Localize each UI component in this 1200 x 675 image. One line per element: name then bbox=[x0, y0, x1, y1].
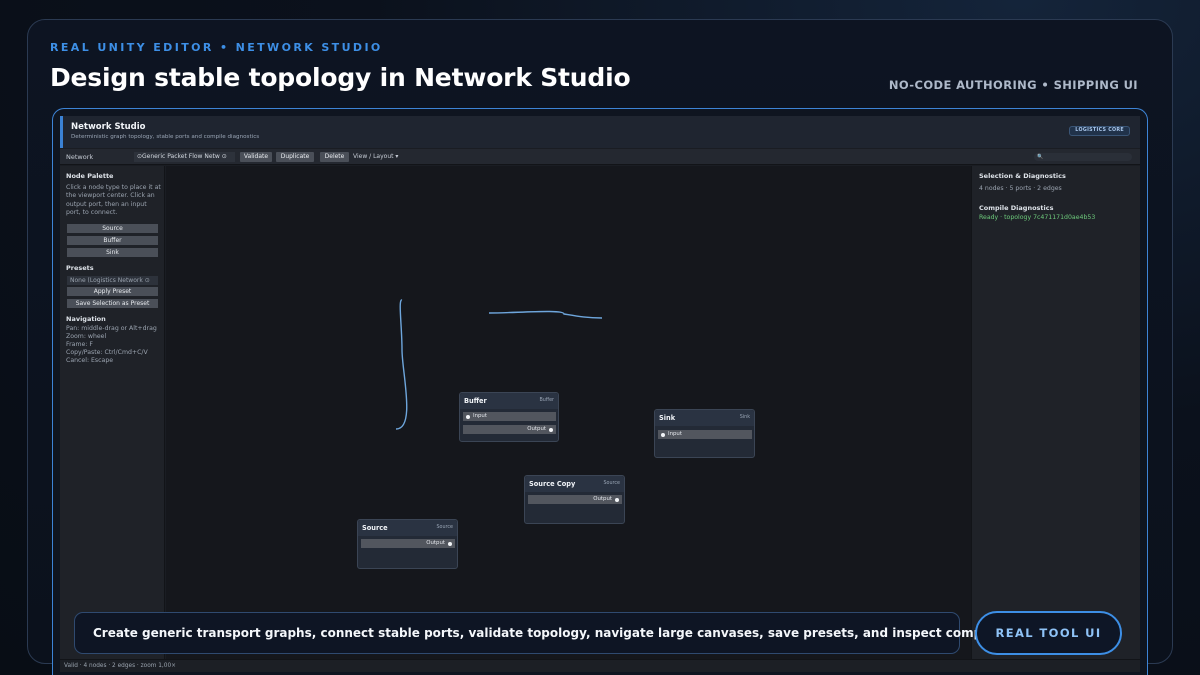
port-output[interactable]: Output bbox=[463, 425, 556, 434]
graph-wires bbox=[395, 299, 603, 430]
search-input[interactable]: 🔍 bbox=[1034, 153, 1132, 161]
nav-hint-cancel: Cancel: Escape bbox=[66, 357, 114, 364]
editor-toolbar: Network ⊙Generic Packet Flow Netw ⊙ Vali… bbox=[60, 149, 1140, 165]
validate-button[interactable]: Validate bbox=[240, 152, 272, 162]
presets-heading: Presets bbox=[66, 264, 94, 272]
node-header[interactable]: Source Copy Source bbox=[525, 476, 624, 492]
delete-button[interactable]: Delete bbox=[320, 152, 349, 162]
palette-buffer-button[interactable]: Buffer bbox=[67, 236, 158, 245]
compile-status: Ready · topology 7c471171d0ae4b53 bbox=[979, 214, 1096, 221]
node-type-label: Source bbox=[603, 481, 620, 486]
slide-tagline: NO-CODE AUTHORING • SHIPPING UI bbox=[888, 78, 1138, 92]
node-type-label: Sink bbox=[739, 415, 750, 420]
navigation-heading: Navigation bbox=[66, 315, 106, 323]
port-input[interactable]: Input bbox=[463, 412, 556, 421]
palette-source-button[interactable]: Source bbox=[67, 224, 158, 233]
port-output[interactable]: Output bbox=[361, 539, 455, 548]
left-panel: Node Palette Click a node type to place … bbox=[60, 166, 165, 659]
slide-headline: Design stable topology in Network Studio bbox=[50, 63, 631, 92]
node-header[interactable]: Source Source bbox=[358, 520, 457, 536]
port-label: Output bbox=[426, 540, 445, 546]
save-selection-preset-button[interactable]: Save Selection as Preset bbox=[67, 299, 158, 308]
graph-summary: 4 nodes · 5 ports · 2 edges bbox=[979, 185, 1062, 192]
editor-subtitle: Deterministic graph topology, stable por… bbox=[71, 134, 260, 140]
port-label: Output bbox=[593, 496, 612, 502]
right-panel: Selection & Diagnostics 4 nodes · 5 port… bbox=[971, 166, 1140, 659]
preset-select[interactable]: None (Logistics Network ⊙ bbox=[67, 276, 158, 285]
node-title: Source bbox=[362, 524, 388, 532]
wire-buffer-to-sink bbox=[488, 310, 603, 319]
port-dot-icon bbox=[615, 497, 619, 502]
port-dot-icon bbox=[661, 432, 665, 437]
port-output[interactable]: Output bbox=[528, 495, 622, 504]
network-studio-editor: Network Studio Deterministic graph topol… bbox=[60, 116, 1140, 672]
selection-diagnostics-heading: Selection & Diagnostics bbox=[979, 172, 1066, 180]
duplicate-button[interactable]: Duplicate bbox=[276, 152, 314, 162]
editor-header: Network Studio Deterministic graph topol… bbox=[60, 116, 1140, 148]
node-header[interactable]: Sink Sink bbox=[655, 410, 754, 426]
port-label: Output bbox=[527, 426, 546, 432]
node-buffer[interactable]: Buffer Buffer Input Output bbox=[459, 392, 559, 442]
port-dot-icon bbox=[466, 414, 470, 419]
compile-diagnostics-heading: Compile Diagnostics bbox=[979, 204, 1054, 212]
status-bar: Valid · 4 nodes · 2 edges · zoom 1,00× bbox=[60, 659, 1140, 672]
search-icon: 🔍 bbox=[1037, 154, 1044, 160]
editor-title: Network Studio bbox=[71, 122, 146, 132]
slide-caption: Create generic transport graphs, connect… bbox=[74, 612, 1085, 654]
node-title: Source Copy bbox=[529, 480, 576, 488]
palette-sink-button[interactable]: Sink bbox=[67, 248, 158, 257]
slide-kicker: REAL UNITY EDITOR • NETWORK STUDIO bbox=[50, 41, 383, 54]
node-source-copy[interactable]: Source Copy Source Output bbox=[524, 475, 625, 524]
node-sink[interactable]: Sink Sink Input bbox=[654, 409, 755, 458]
port-label: Input bbox=[668, 431, 682, 437]
view-layout-dropdown[interactable]: View / Layout ▾ bbox=[353, 152, 398, 162]
node-palette-heading: Node Palette bbox=[66, 172, 114, 180]
node-palette-help: Click a node type to place it at the vie… bbox=[66, 184, 161, 216]
node-header[interactable]: Buffer Buffer bbox=[460, 393, 558, 409]
node-title: Sink bbox=[659, 414, 676, 422]
network-select[interactable]: ⊙Generic Packet Flow Netw ⊙ bbox=[134, 152, 235, 162]
wire-source-to-buffer bbox=[395, 299, 408, 430]
apply-preset-button[interactable]: Apply Preset bbox=[67, 287, 158, 296]
port-dot-icon bbox=[448, 541, 452, 546]
node-source[interactable]: Source Source Output bbox=[357, 519, 458, 569]
network-label: Network bbox=[66, 153, 94, 161]
port-label: Input bbox=[473, 413, 487, 419]
graph-viewport[interactable]: Buffer Buffer Input Output Sink Sink Inp… bbox=[166, 166, 971, 659]
logistics-core-badge: LOGISTICS CORE bbox=[1069, 126, 1130, 136]
node-type-label: Buffer bbox=[539, 398, 554, 403]
real-tool-ui-button[interactable]: REAL TOOL UI bbox=[975, 611, 1122, 655]
port-dot-icon bbox=[549, 427, 553, 432]
node-title: Buffer bbox=[464, 397, 487, 405]
port-input[interactable]: Input bbox=[658, 430, 752, 439]
node-type-label: Source bbox=[436, 525, 453, 530]
